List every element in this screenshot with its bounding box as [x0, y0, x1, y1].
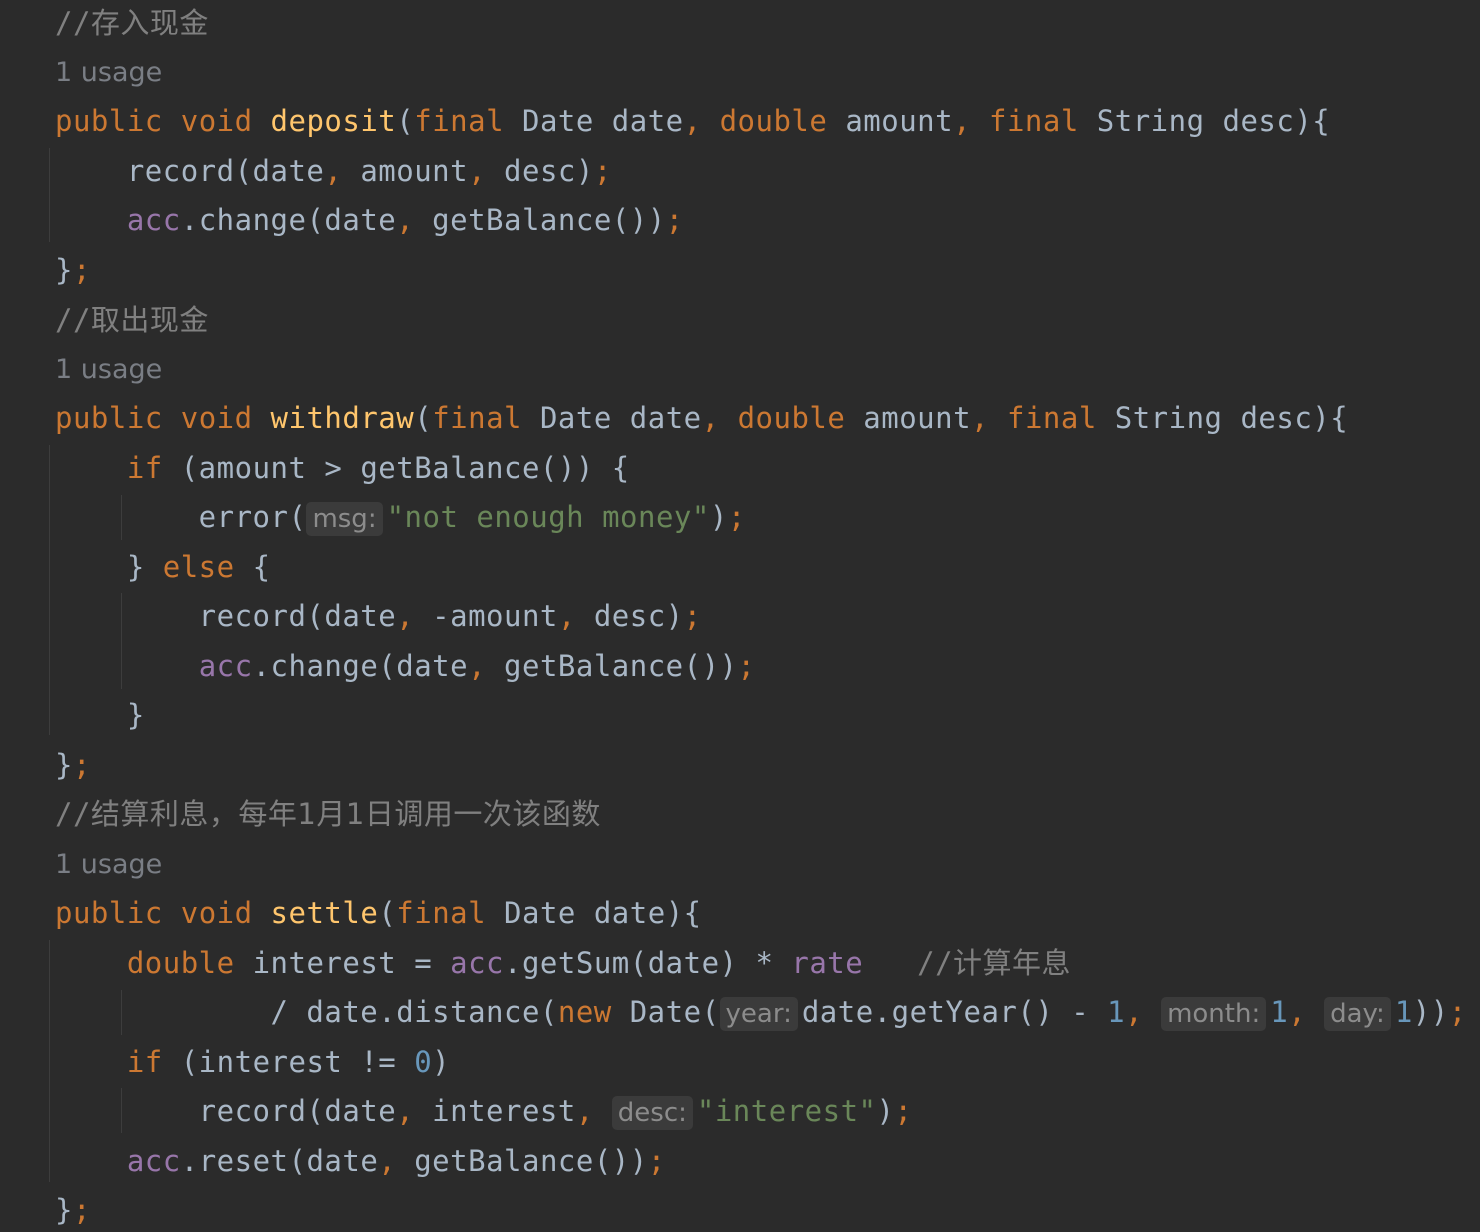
code-line[interactable]: public void deposit(final Date date, dou… [55, 101, 1330, 141]
indent-guide [49, 148, 50, 242]
param-hint-day: day: [1324, 997, 1391, 1031]
usage-hint[interactable]: 1 usage [55, 350, 162, 390]
code-line[interactable]: } else { [55, 547, 271, 587]
code-line[interactable]: if (interest != 0) [55, 1042, 450, 1082]
function-name: withdraw [270, 401, 415, 435]
usage-hint[interactable]: 1 usage [55, 845, 162, 885]
code-line[interactable]: } [55, 695, 145, 735]
param-hint-msg: msg: [306, 502, 383, 536]
param-hint-year: year: [719, 997, 798, 1031]
comment: 取出现金 [90, 303, 209, 337]
function-name: settle [270, 896, 379, 930]
string-literal: "interest" [696, 1094, 877, 1128]
code-line[interactable]: record(date, -amount, desc); [55, 596, 702, 636]
code-line[interactable]: public void withdraw(final Date date, do… [55, 398, 1348, 438]
function-name: deposit [270, 104, 397, 138]
param-hint-month: month: [1161, 997, 1267, 1031]
code-line[interactable]: //存入现金 [55, 3, 209, 43]
code-line[interactable]: double interest = acc.getSum(date) * rat… [55, 943, 1071, 983]
param-hint-desc: desc: [611, 1096, 693, 1130]
code-line[interactable]: //取出现金 [55, 300, 209, 340]
code-line[interactable]: acc.reset(date, getBalance()); [55, 1141, 666, 1181]
code-line[interactable]: //结算利息，每年1月1日调用一次该函数 [55, 794, 601, 834]
code-line[interactable]: / date.distance(new Date(year: date.getYe… [55, 992, 1467, 1032]
indent-guide [49, 445, 50, 735]
usage-hint[interactable]: 1 usage [55, 53, 162, 93]
comment: 结算利息，每年1月1日调用一次该函数 [90, 797, 601, 831]
comment: 存入现金 [90, 6, 209, 40]
code-line[interactable]: public void settle(final Date date){ [55, 893, 702, 933]
string-literal: "not enough money" [386, 500, 710, 534]
code-line[interactable]: if (amount > getBalance()) { [55, 448, 630, 488]
code-line[interactable]: error(msg: "not enough money"); [55, 497, 746, 537]
code-line[interactable]: acc.change(date, getBalance()); [55, 200, 684, 240]
code-line[interactable]: }; [55, 250, 91, 290]
code-line[interactable]: acc.change(date, getBalance()); [55, 646, 755, 686]
code-line[interactable]: record(date, interest, desc: "interest"); [55, 1091, 912, 1131]
code-line[interactable]: }; [55, 1190, 91, 1230]
code-editor[interactable]: //存入现金 1 usage public void deposit(final… [0, 0, 1480, 1232]
code-line[interactable]: record(date, amount, desc); [55, 151, 612, 191]
code-line[interactable]: }; [55, 745, 91, 785]
comment: 计算年息 [953, 946, 1072, 980]
indent-guide [49, 940, 50, 1182]
